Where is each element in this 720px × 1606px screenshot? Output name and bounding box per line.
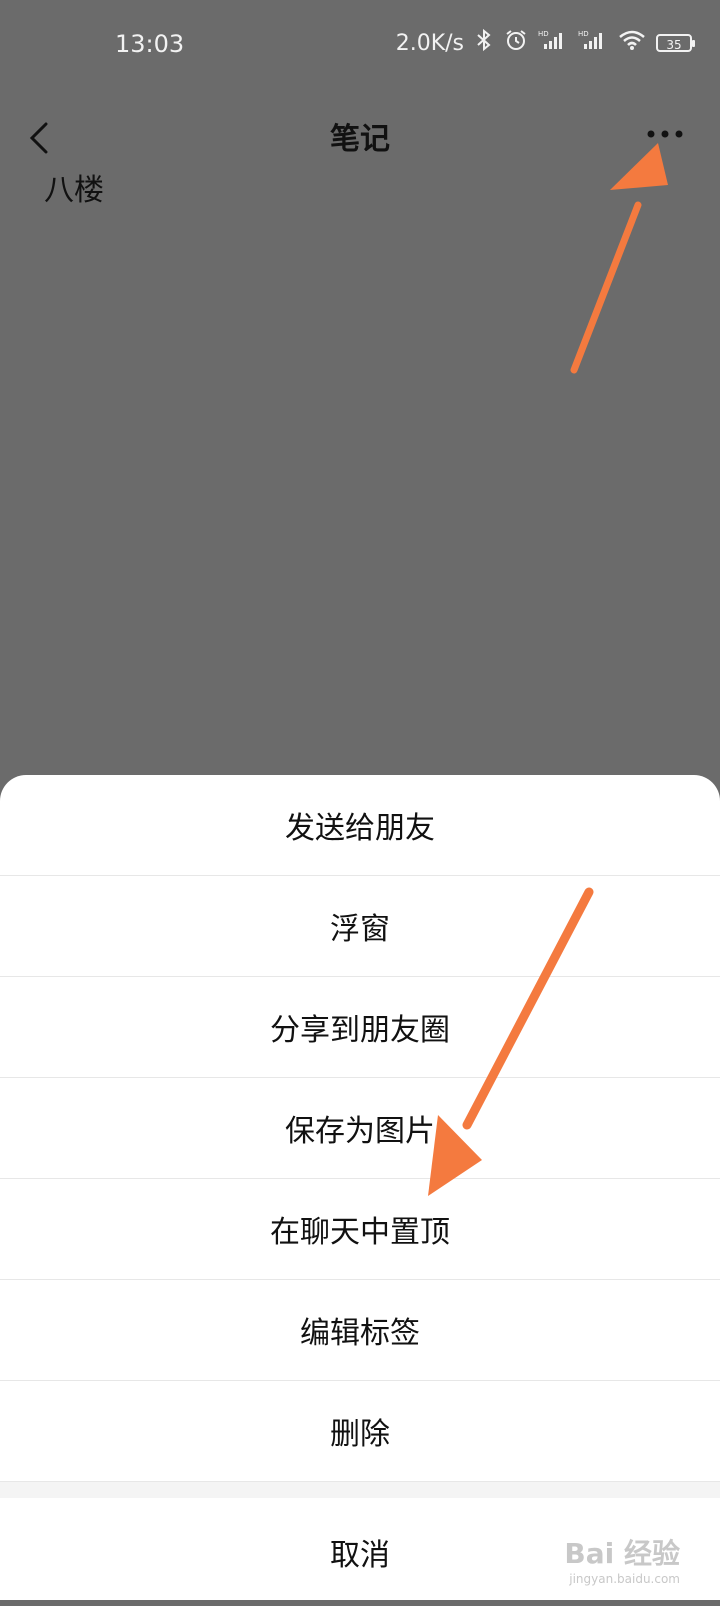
menu-item-share-moments[interactable]: 分享到朋友圈 bbox=[0, 977, 720, 1078]
status-icons: 2.0K/s HD HD 35 bbox=[395, 28, 695, 58]
signal-hd-icon: HD bbox=[578, 28, 608, 58]
net-speed: 2.0K/s bbox=[395, 30, 464, 56]
status-bar: 13:03 2.0K/s HD HD 35 bbox=[0, 0, 720, 96]
top-nav: 笔记 bbox=[0, 96, 720, 184]
menu-item-edit-tags[interactable]: 编辑标签 bbox=[0, 1280, 720, 1381]
baidu-watermark: Bai 经验 jingyan.baidu.com bbox=[564, 1532, 680, 1586]
svg-text:HD: HD bbox=[578, 30, 589, 38]
wifi-icon bbox=[618, 29, 646, 57]
bluetooth-icon bbox=[474, 28, 494, 58]
menu-item-save-as-image[interactable]: 保存为图片 bbox=[0, 1078, 720, 1179]
menu-item-delete[interactable]: 删除 bbox=[0, 1381, 720, 1482]
signal-hd-icon: HD bbox=[538, 28, 568, 58]
watermark-sub: jingyan.baidu.com bbox=[569, 1572, 680, 1586]
action-sheet: 发送给朋友 浮窗 分享到朋友圈 保存为图片 在聊天中置顶 编辑标签 删除 取消 bbox=[0, 775, 720, 1600]
sheet-separator bbox=[0, 1482, 720, 1498]
menu-item-pin-in-chat[interactable]: 在聊天中置顶 bbox=[0, 1179, 720, 1280]
status-time: 13:03 bbox=[115, 30, 185, 58]
more-button[interactable] bbox=[640, 120, 690, 160]
page-title: 笔记 bbox=[330, 122, 390, 157]
svg-text:HD: HD bbox=[538, 30, 549, 38]
note-content: 八楼 bbox=[44, 173, 104, 208]
alarm-icon bbox=[504, 28, 528, 58]
menu-item-floating-window[interactable]: 浮窗 bbox=[0, 876, 720, 977]
battery-icon: 35 bbox=[656, 34, 695, 52]
watermark-main: Bai 经验 bbox=[564, 1537, 680, 1570]
menu-item-send-to-friend[interactable]: 发送给朋友 bbox=[0, 775, 720, 876]
more-dots-icon bbox=[647, 130, 683, 138]
